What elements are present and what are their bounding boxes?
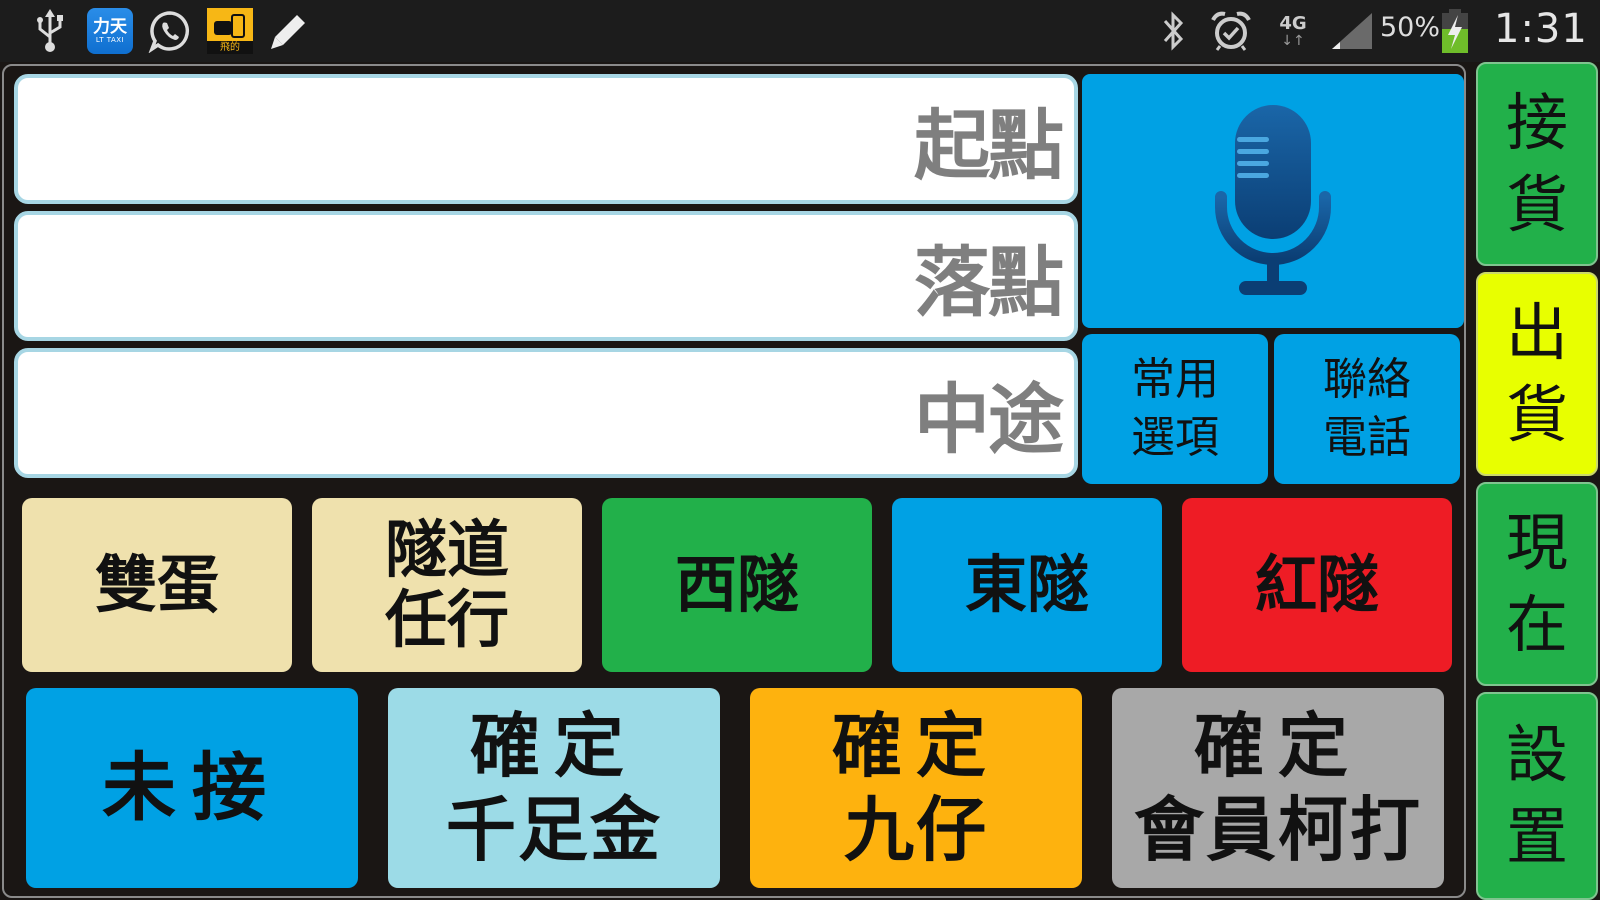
missed-button[interactable]: 未接 [26,688,358,888]
confirm-gold-line1: 確定 [470,705,638,787]
any-tunnel-line2: 任行 [384,583,509,656]
midway-field[interactable]: 中途 [14,348,1078,478]
confirm-nine-line1: 確定 [832,705,1000,787]
main-panel: 起點 落點 中途 常用 選項 聯絡 電話 雙蛋 隧道 任行 西隧 東隧 紅隧 未… [2,64,1466,898]
send-order-line1: 出 [1505,296,1568,369]
pickup-label: 起點 [914,101,1064,190]
voice-input-button[interactable] [1082,74,1464,328]
settings-line1: 設 [1505,718,1568,791]
signal-icon [1330,8,1374,54]
send-order-button[interactable]: 出 貨 [1476,272,1598,476]
dropoff-field[interactable]: 落點 [14,211,1078,341]
western-tunnel-label: 西隧 [674,548,799,621]
lt-taxi-app-icon: 力天 LT TAXI [87,8,133,54]
status-clock: 1:31 [1494,6,1588,52]
dropoff-label: 落點 [914,238,1064,327]
feidi-label: 飛的 [207,41,253,54]
now-line2: 在 [1505,588,1568,661]
network-arrows: ↓↑ [1281,33,1305,49]
usb-icon [30,8,70,54]
pickup-field[interactable]: 起點 [14,74,1078,204]
common-options-line1: 常用 [1131,354,1219,405]
settings-line2: 置 [1505,800,1568,873]
lt-taxi-cn: 力天 [93,16,127,37]
pencil-icon [268,8,310,54]
feidi-app-icon: 飛的 [207,8,253,54]
cross-harbour-tunnel-label: 紅隧 [1254,548,1379,621]
confirm-member-order-button[interactable]: 確定 會員柯打 [1112,688,1444,888]
contact-phone-line1: 聯絡 [1323,354,1411,405]
receive-order-line2: 貨 [1505,168,1568,241]
network-4g-icon: 4G ↓↑ [1273,8,1313,54]
receive-order-line1: 接 [1505,86,1568,159]
battery-charging-icon [1440,8,1470,54]
missed-label: 未接 [102,745,282,831]
lt-taxi-en: LT TAXI [95,35,125,44]
confirm-gold-button[interactable]: 確定 千足金 [388,688,720,888]
cross-harbour-tunnel-button[interactable]: 紅隧 [1182,498,1452,672]
western-tunnel-button[interactable]: 西隧 [602,498,872,672]
confirm-nine-button[interactable]: 確定 九仔 [750,688,1082,888]
double-egg-label: 雙蛋 [94,548,219,621]
any-tunnel-line1: 隧道 [384,513,509,586]
confirm-member-order-line2: 會員柯打 [1134,789,1422,871]
alarm-icon [1208,8,1254,54]
microphone-icon [1215,105,1331,295]
confirm-nine-line2: 九仔 [844,789,988,871]
eastern-tunnel-label: 東隧 [964,548,1089,621]
now-button[interactable]: 現 在 [1476,482,1598,686]
settings-button[interactable]: 設 置 [1476,692,1598,900]
any-tunnel-button[interactable]: 隧道 任行 [312,498,582,672]
common-options-button[interactable]: 常用 選項 [1082,334,1268,484]
contact-phone-button[interactable]: 聯絡 電話 [1274,334,1460,484]
midway-label: 中途 [914,375,1064,464]
confirm-gold-line2: 千足金 [446,789,662,871]
contact-phone-line2: 電話 [1323,412,1411,463]
common-options-line2: 選項 [1131,412,1219,463]
eastern-tunnel-button[interactable]: 東隧 [892,498,1162,672]
receive-order-button[interactable]: 接 貨 [1476,62,1598,266]
confirm-member-order-line1: 確定 [1194,705,1362,787]
status-bar: 力天 LT TAXI 飛的 4G ↓↑ 50% 1:31 [0,0,1600,62]
network-type: 4G [1279,13,1307,34]
whatsapp-icon [147,8,193,54]
double-egg-button[interactable]: 雙蛋 [22,498,292,672]
bluetooth-icon [1155,8,1191,54]
now-line1: 現 [1505,506,1568,579]
send-order-line2: 貨 [1505,378,1568,451]
battery-percent: 50% [1380,12,1441,43]
